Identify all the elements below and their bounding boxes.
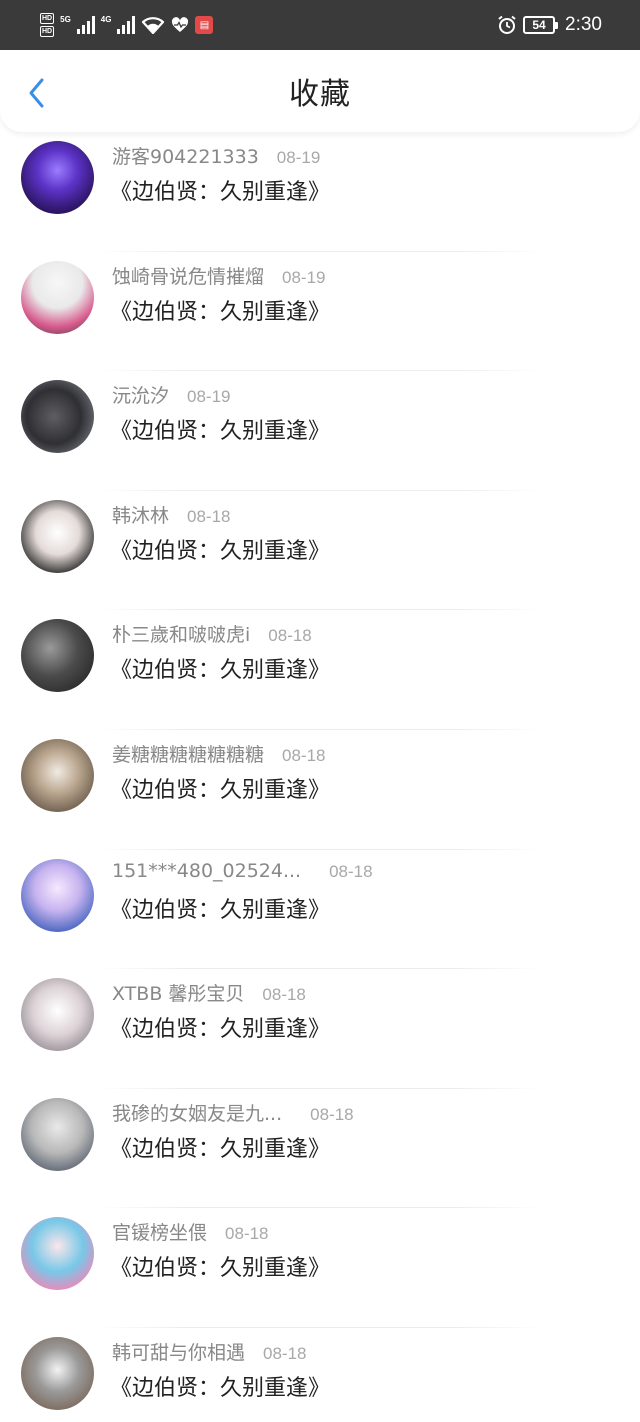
item-meta: XTBB 馨彤宝贝 08-18 <box>112 979 306 1006</box>
favorites-list: 游客904221333 08-19 《边伯贤：久别重逢》 蚀崎骨说危情摧熘 08… <box>0 132 640 1422</box>
item-meta: 151***480_02524... 08-18 <box>112 860 373 882</box>
item-date: 08-18 <box>282 745 326 765</box>
hd-badge-2: HD <box>40 26 55 37</box>
avatar[interactable] <box>21 1336 94 1410</box>
item-date: 08-18 <box>187 506 231 526</box>
book-title[interactable]: 《边伯贤：久别重逢》 <box>110 1370 330 1402</box>
status-bar: HD HD 5G 4G ▤ 54 2:30 <box>0 0 640 50</box>
network-4g-label: 4G <box>100 15 112 24</box>
hd-indicators: HD HD <box>40 13 55 37</box>
book-title[interactable]: 《边伯贤：久别重逢》 <box>110 1250 330 1282</box>
status-bar-right: 54 2:30 <box>497 14 602 36</box>
item-date: 08-18 <box>263 1343 307 1363</box>
user-name[interactable]: XTBB 馨彤宝贝 <box>112 979 244 1006</box>
book-title[interactable]: 《边伯贤：久别重逢》 <box>110 294 330 326</box>
item-date: 08-19 <box>187 387 231 407</box>
avatar[interactable] <box>21 1097 94 1171</box>
avatar[interactable] <box>21 260 94 334</box>
list-item[interactable]: XTBB 馨彤宝贝 08-18 《边伯贤：久别重逢》 <box>0 969 640 1089</box>
item-date: 08-18 <box>225 1224 269 1244</box>
user-name[interactable]: 沅沇汐 <box>112 381 169 408</box>
page-title: 收藏 <box>289 77 351 112</box>
user-name[interactable]: 韩沐林 <box>112 501 169 528</box>
status-bar-left: HD HD 5G 4G ▤ <box>40 13 214 37</box>
item-date: 08-19 <box>276 148 321 167</box>
user-name[interactable]: 我碜的女姻友是九... <box>112 1099 282 1126</box>
avatar[interactable] <box>21 141 94 214</box>
book-title[interactable]: 《边伯贤：久别重逢》 <box>110 174 330 206</box>
user-name[interactable]: 蚀崎骨说危情摧熘 <box>112 262 264 289</box>
item-meta: 官锾榜坐偎 08-18 <box>112 1218 269 1245</box>
book-title[interactable]: 《边伯贤：久别重逢》 <box>110 533 330 565</box>
avatar[interactable] <box>21 1217 94 1291</box>
user-name[interactable]: 151***480_02524... <box>112 860 301 882</box>
item-meta: 我碜的女姻友是九... 08-18 <box>112 1099 354 1126</box>
avatar[interactable] <box>21 380 94 454</box>
avatar[interactable] <box>21 619 94 693</box>
list-item[interactable]: 韩可甜与你相遇 08-18 《边伯贤：久别重逢》 <box>0 1328 640 1422</box>
avatar[interactable] <box>21 499 94 573</box>
user-name[interactable]: 韩可甜与你相遇 <box>112 1338 245 1365</box>
avatar[interactable] <box>21 858 94 932</box>
item-date: 08-18 <box>310 1104 354 1124</box>
heart-icon <box>172 17 189 32</box>
item-date: 08-18 <box>262 985 306 1005</box>
signal-icon <box>76 16 95 34</box>
back-button[interactable] <box>22 76 52 110</box>
item-date: 08-18 <box>329 861 373 881</box>
list-item[interactable]: 官锾榜坐偎 08-18 《边伯贤：久别重逢》 <box>0 1208 640 1328</box>
item-meta: 韩可甜与你相遇 08-18 <box>112 1338 307 1365</box>
app-notification-icon: ▤ <box>195 16 214 34</box>
hd-badge-1: HD <box>40 13 55 24</box>
item-date: 08-19 <box>282 267 326 287</box>
item-meta: 蚀崎骨说危情摧熘 08-19 <box>112 262 326 289</box>
avatar[interactable] <box>21 738 94 812</box>
list-item[interactable]: 朴三歲和啵啵虎i 08-18 《边伯贤：久别重逢》 <box>0 610 640 730</box>
list-item[interactable]: 蚀崎骨说危情摧熘 08-19 《边伯贤：久别重逢》 <box>0 252 640 372</box>
book-title[interactable]: 《边伯贤：久别重逢》 <box>110 1011 330 1043</box>
header-bar: 收藏 <box>0 50 640 132</box>
user-name[interactable]: 姜糖糖糖糖糖糖糖 <box>112 740 264 767</box>
user-name[interactable]: 官锾榜坐偎 <box>112 1218 207 1245</box>
book-title[interactable]: 《边伯贤：久别重逢》 <box>110 772 330 804</box>
book-title[interactable]: 《边伯贤：久别重逢》 <box>110 1131 330 1163</box>
battery-icon: 54 <box>523 16 559 34</box>
clock: 2:30 <box>565 14 602 35</box>
list-item[interactable]: 姜糖糖糖糖糖糖糖 08-18 《边伯贤：久别重逢》 <box>0 730 640 850</box>
list-item[interactable]: 韩沐林 08-18 《边伯贤：久别重逢》 <box>0 491 640 611</box>
item-meta: 朴三歲和啵啵虎i 08-18 <box>112 620 312 647</box>
item-meta: 韩沐林 08-18 <box>112 501 231 528</box>
book-title[interactable]: 《边伯贤：久别重逢》 <box>110 413 330 445</box>
signal-icon-2 <box>117 16 136 34</box>
list-item[interactable]: 沅沇汐 08-19 《边伯贤：久别重逢》 <box>0 371 640 491</box>
book-title[interactable]: 《边伯贤：久别重逢》 <box>110 652 330 684</box>
item-meta: 姜糖糖糖糖糖糖糖 08-18 <box>112 740 326 767</box>
alarm-icon <box>498 15 516 34</box>
wifi-icon <box>142 17 165 34</box>
chevron-left-icon <box>29 78 44 108</box>
book-title[interactable]: 《边伯贤：久别重逢》 <box>110 892 330 924</box>
list-item[interactable]: 游客904221333 08-19 《边伯贤：久别重逢》 <box>0 132 640 252</box>
list-item[interactable]: 我碜的女姻友是九... 08-18 《边伯贤：久别重逢》 <box>0 1089 640 1209</box>
user-name[interactable]: 游客904221333 <box>112 142 259 169</box>
user-name[interactable]: 朴三歲和啵啵虎i <box>112 620 250 647</box>
network-5g-label: 5G <box>60 15 71 24</box>
item-meta: 游客904221333 08-19 <box>112 142 320 169</box>
item-meta: 沅沇汐 08-19 <box>112 381 231 408</box>
list-item[interactable]: 151***480_02524... 08-18 《边伯贤：久别重逢》 <box>0 850 640 970</box>
item-date: 08-18 <box>268 626 312 646</box>
avatar[interactable] <box>21 978 94 1052</box>
